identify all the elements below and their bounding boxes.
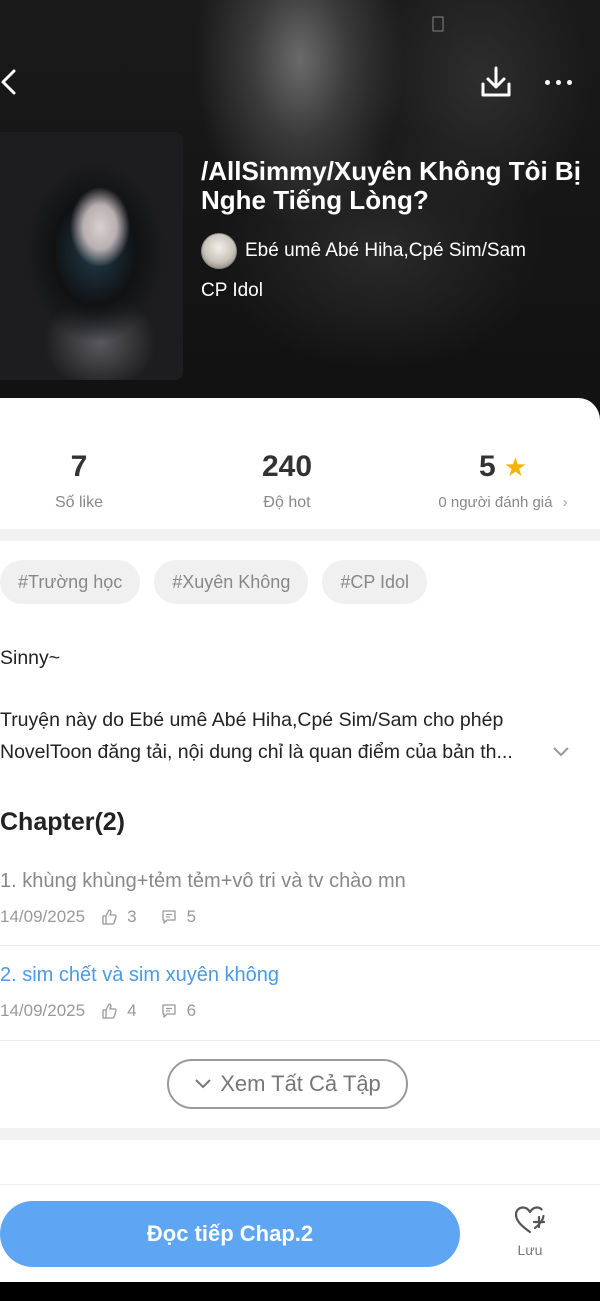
tag-cp-idol[interactable]: #CP Idol — [322, 560, 428, 604]
chevron-down-icon[interactable] — [552, 736, 570, 768]
description-line-1: Sinny~ — [0, 647, 61, 669]
book-category[interactable]: CP Idol — [201, 280, 263, 302]
save-label: Lưu — [517, 1242, 543, 1258]
system-navigation-bar — [0, 1282, 600, 1301]
tag-list: #Trường học #Xuyên Không #CP Idol — [0, 560, 428, 604]
rating-label: 0 người đánh giá — [438, 494, 553, 511]
list-divider — [0, 1040, 600, 1041]
book-description[interactable]: Sinny~ Truyện này do Ebé umê Abé Hiha,Cp… — [0, 642, 596, 768]
download-icon — [481, 66, 511, 97]
section-divider — [0, 529, 600, 541]
rating-label-row: 0 người đánh giá › — [403, 494, 600, 511]
chapter-title: 1. khùng khùng+tẻm tẻm+vô tri và tv chào… — [0, 870, 406, 892]
chapter-comments: 5 — [186, 907, 197, 926]
more-options-button[interactable] — [536, 62, 580, 102]
chapter-heading: Chapter(2) — [0, 808, 126, 836]
chapter-date: 14/09/2025 — [0, 1001, 86, 1020]
likes-label: Số like — [54, 494, 104, 511]
dot-icon — [544, 79, 550, 85]
section-divider — [0, 1128, 600, 1140]
comment-icon — [161, 1004, 176, 1018]
stats-row: 7 Số like 240 Độ hot 5 ★ 0 người đánh gi… — [0, 450, 600, 520]
download-button[interactable] — [476, 62, 516, 102]
chapter-item[interactable]: 2. sim chết và sim xuyên không 14/09/202… — [0, 964, 600, 1021]
book-detail-sheet: 7 Số like 240 Độ hot 5 ★ 0 người đánh gi… — [0, 398, 600, 1282]
lock-status-icon — [432, 16, 444, 32]
chapter-likes: 3 — [127, 907, 137, 926]
continue-reading-button[interactable]: Đọc tiếp Chap.2 — [0, 1201, 460, 1267]
rating-stat[interactable]: 5 ★ 0 người đánh giá › — [403, 450, 600, 511]
chevron-down-icon — [195, 1079, 211, 1089]
chapter-meta: 14/09/2025 4 6 — [0, 1001, 600, 1021]
chevron-right-icon: › — [562, 494, 568, 511]
thumbs-up-icon — [102, 1003, 117, 1019]
book-cover-image — [0, 132, 183, 380]
likes-stat: 7 Số like — [0, 450, 179, 512]
author-row[interactable]: Ebé umê Abé Hiha,Cpé Sim/Sam — [201, 233, 526, 269]
hot-value: 240 — [261, 450, 313, 483]
heart-plus-icon — [514, 1206, 546, 1234]
hot-stat: 240 Độ hot — [187, 450, 387, 512]
chapter-comments: 6 — [186, 1001, 197, 1020]
dot-icon — [555, 79, 561, 85]
comment-icon — [161, 910, 176, 924]
view-all-label: Xem Tất Cả Tập — [220, 1071, 381, 1096]
dot-icon — [566, 79, 572, 85]
chapter-title: 2. sim chết và sim xuyên không — [0, 964, 280, 986]
chapter-date: 14/09/2025 — [0, 907, 86, 926]
author-avatar — [201, 233, 237, 269]
thumbs-up-icon — [102, 909, 117, 925]
chapter-meta: 14/09/2025 3 5 — [0, 907, 600, 927]
rating-value: 5 — [479, 450, 496, 483]
hero-header: /AllSimmy/Xuyên Không Tôi Bị Nghe Tiếng … — [0, 0, 600, 420]
star-icon: ★ — [503, 451, 527, 482]
view-all-chapters-button[interactable]: Xem Tất Cả Tập — [167, 1059, 408, 1109]
author-name: Ebé umê Abé Hiha,Cpé Sim/Sam — [245, 240, 526, 261]
chapter-likes: 4 — [127, 1001, 137, 1020]
back-arrow-icon — [1, 69, 16, 95]
tag-xuyen-khong[interactable]: #Xuyên Không — [154, 560, 309, 604]
chapter-item[interactable]: 1. khùng khùng+tẻm tẻm+vô tri và tv chào… — [0, 870, 600, 927]
bottom-action-bar: Đọc tiếp Chap.2 Lưu — [0, 1184, 600, 1282]
hot-label: Độ hot — [263, 494, 311, 511]
back-button[interactable] — [0, 62, 40, 102]
description-line-2: Truyện này do Ebé umê Abé Hiha,Cpé Sim/S… — [0, 709, 513, 763]
likes-value: 7 — [70, 450, 88, 483]
rating-value-row: 5 ★ — [403, 450, 600, 484]
list-divider — [0, 945, 600, 946]
tag-truong-hoc[interactable]: #Trường học — [0, 560, 141, 604]
save-button[interactable]: Lưu — [505, 1205, 555, 1269]
book-title: /AllSimmy/Xuyên Không Tôi Bị Nghe Tiếng … — [201, 156, 581, 215]
description-paragraph: Truyện này do Ebé umê Abé Hiha,Cpé Sim/S… — [0, 704, 596, 768]
